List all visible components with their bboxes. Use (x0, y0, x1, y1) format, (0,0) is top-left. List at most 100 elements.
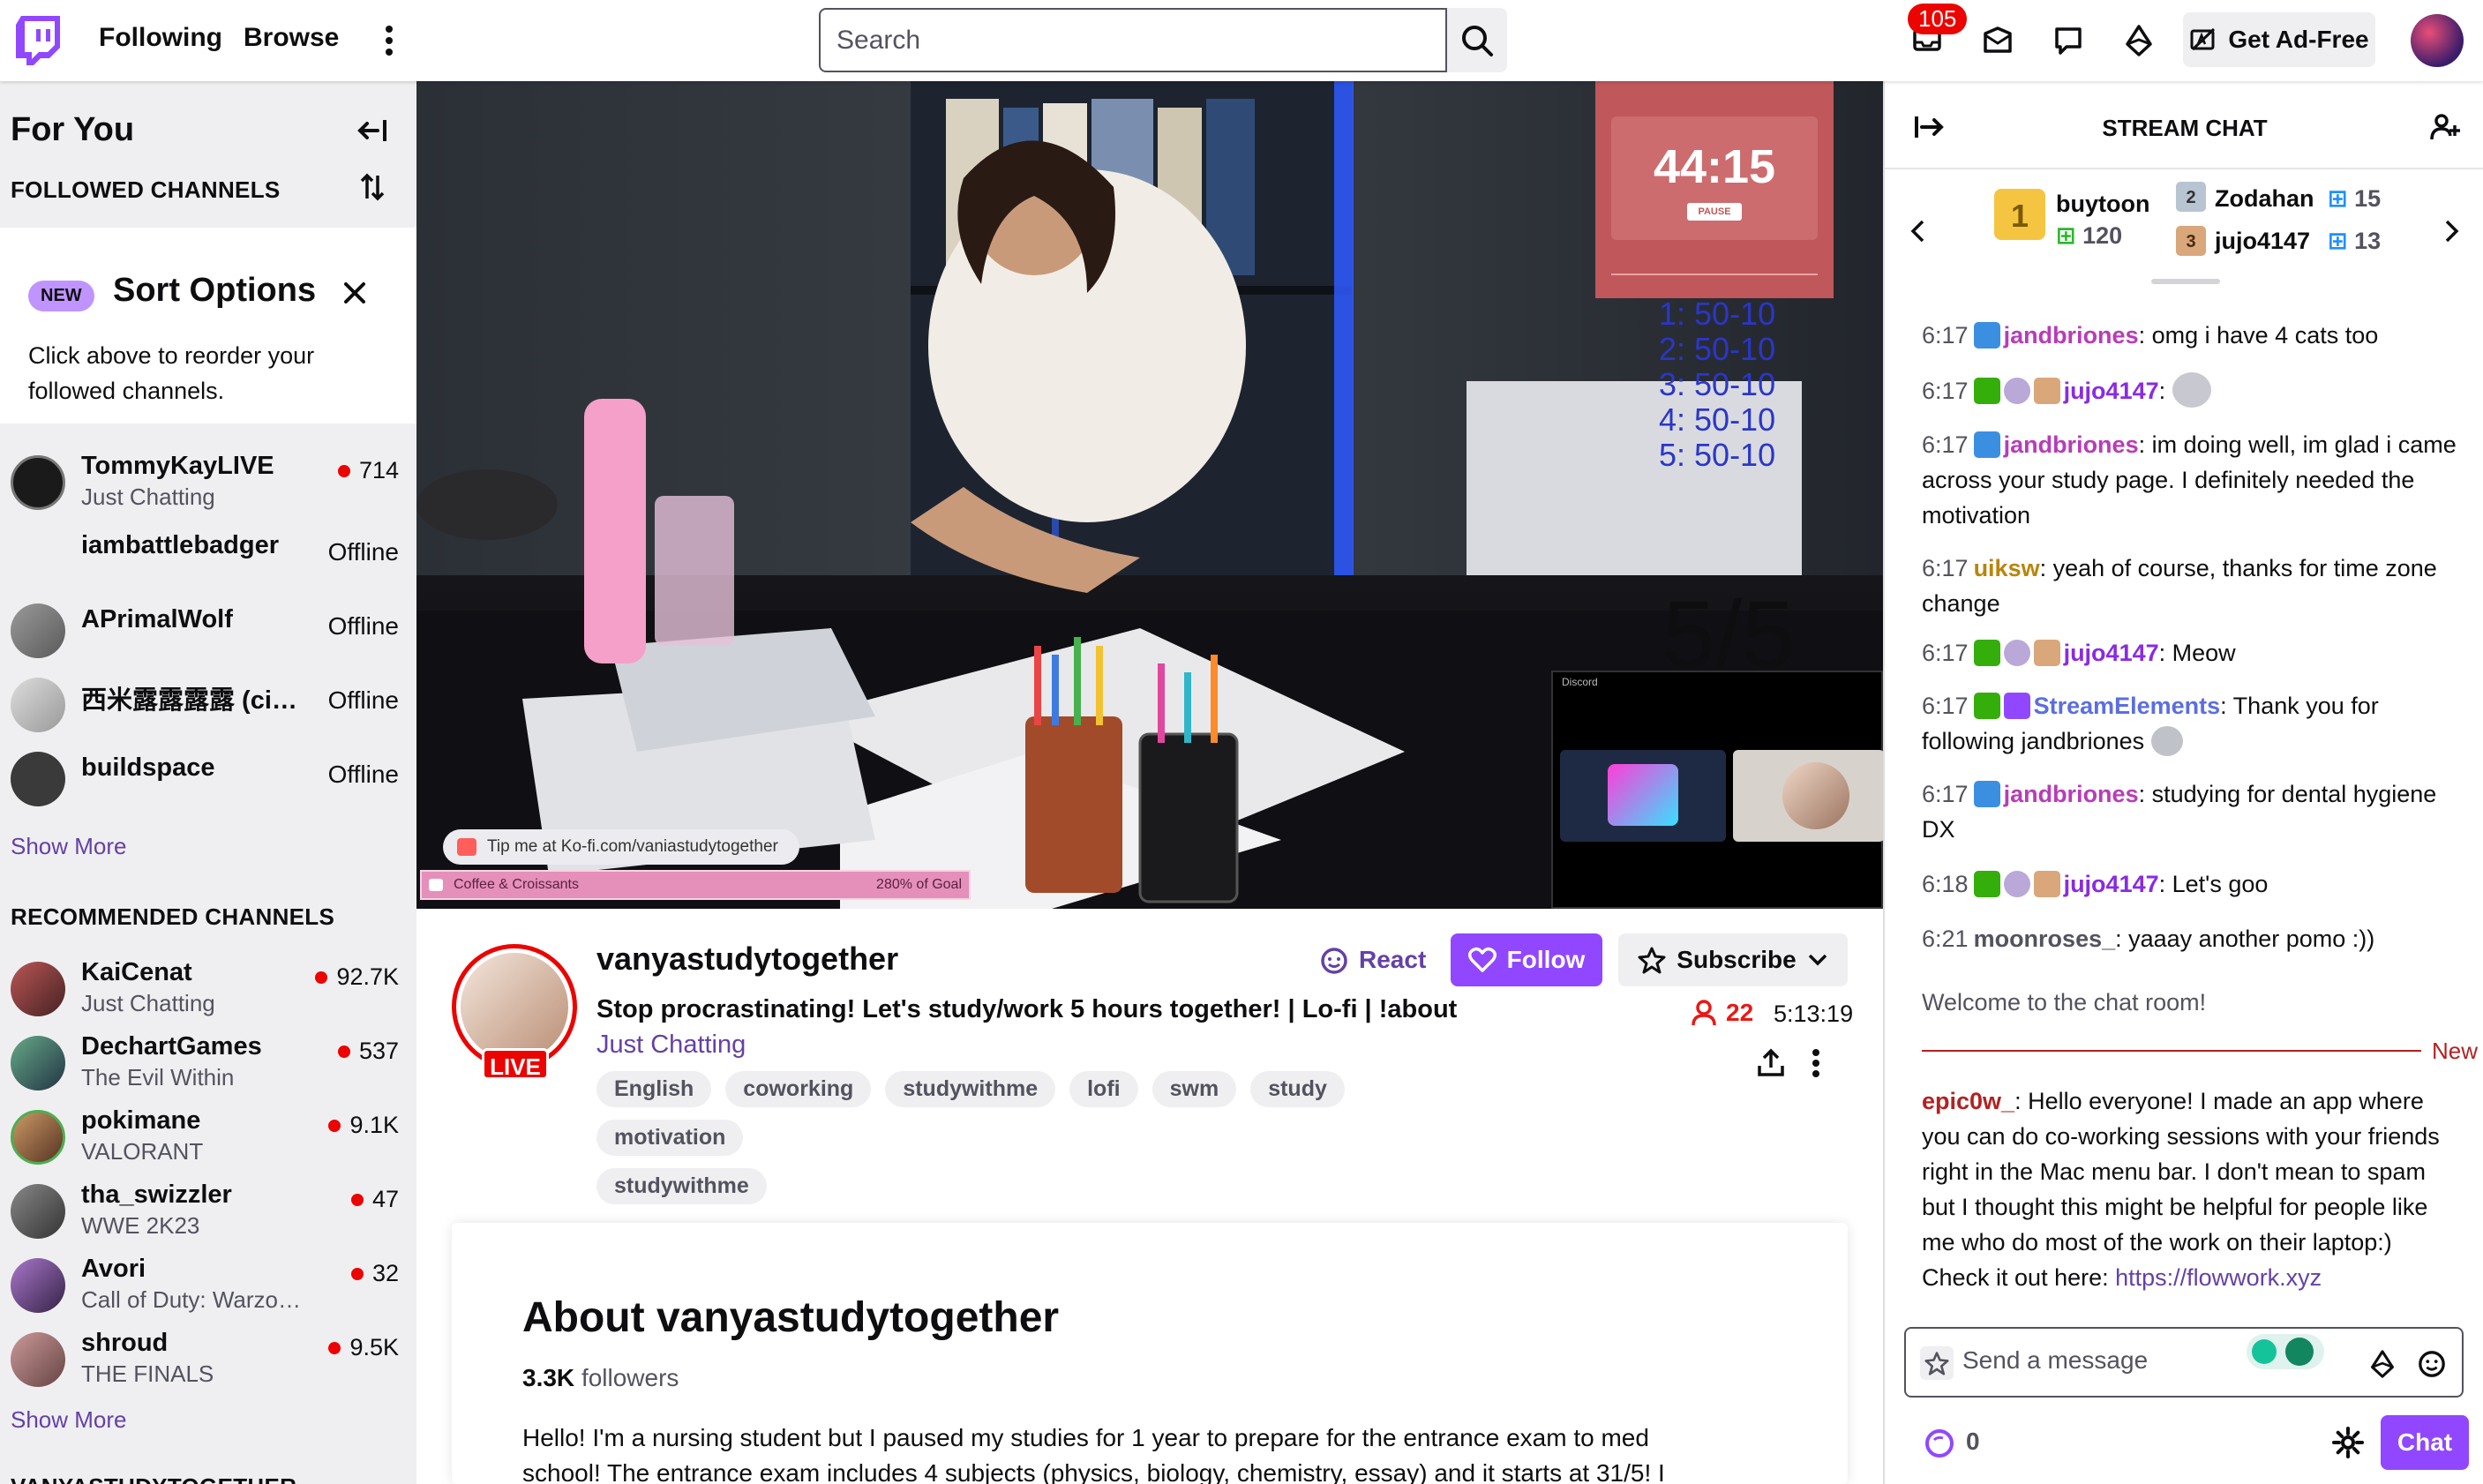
recommended-channel-item[interactable]: DechartGames The Evil Within 537 (0, 1027, 416, 1101)
heart-icon (1467, 947, 1497, 972)
message-username[interactable]: StreamElements (2034, 693, 2221, 719)
tag-pill[interactable]: coworking (725, 1071, 872, 1107)
message-text: : omg i have 4 cats too (2138, 322, 2379, 349)
chat-message-input[interactable] (1962, 1346, 2245, 1375)
user-avatar[interactable] (2411, 14, 2464, 67)
tag-pill[interactable]: English (596, 1071, 712, 1107)
message-link[interactable]: https://flowwork.xyz (2115, 1264, 2322, 1291)
message-time: 6:21 (1922, 926, 1969, 952)
tag-pill[interactable]: swm (1151, 1071, 1237, 1107)
get-ad-free-button[interactable]: Get Ad-Free (2183, 12, 2375, 67)
bits-button[interactable] (2118, 19, 2160, 62)
about-bio-line1: Hello! I'm a nursing student but I pause… (522, 1424, 1649, 1451)
gifter-name[interactable]: Zodahan (2215, 185, 2314, 213)
tag-pill[interactable]: studywithme (885, 1071, 1056, 1107)
more-options-icon[interactable] (376, 23, 402, 58)
bits-icon[interactable] (2365, 1346, 2400, 1382)
grammar-extension-icon[interactable] (2247, 1334, 2324, 1369)
recommended-channel-item[interactable]: shroud THE FINALS 9.5K (0, 1323, 416, 1398)
moderator-badge-icon (1973, 378, 2000, 404)
followed-channel-item[interactable]: iambattlebadger Offline (0, 521, 416, 595)
gift-rank-3-icon: 3 (2176, 226, 2206, 256)
inbox-button[interactable] (1977, 19, 2019, 62)
gifter-count: ⊞ 15 (2328, 185, 2381, 213)
video-player[interactable]: 44:15 PAUSE 1: 50-10 2: 50-10 3: 50-10 4… (416, 81, 1883, 909)
channel-name: TommyKayLIVE (81, 452, 274, 480)
channel-status: Offline (327, 612, 399, 640)
community-icon[interactable] (2427, 108, 2465, 146)
pomodoro-overlay: 44:15 PAUSE (1595, 81, 1834, 298)
recommended-channel-item[interactable]: pokimane VALORANT 9.1K (0, 1101, 416, 1175)
followed-channel-item[interactable]: 西米露露露露 (cimi… Offline (0, 669, 416, 743)
collapse-sidebar-icon[interactable] (353, 113, 392, 148)
nav-following-link[interactable]: Following (99, 23, 222, 53)
message-username[interactable]: uiksw (1974, 555, 2040, 581)
live-dot-icon (337, 1045, 350, 1058)
close-icon[interactable] (337, 275, 372, 311)
gifter-name[interactable]: buytoon (2056, 191, 2149, 218)
tag-pill[interactable]: study (1250, 1071, 1345, 1107)
stream-category-link[interactable]: Just Chatting (596, 1031, 746, 1060)
search-input[interactable] (821, 10, 1445, 71)
viewer-count: 92.7K (315, 963, 399, 991)
show-more-recommended-link[interactable]: Show More (11, 1406, 127, 1434)
recommended-channel-item[interactable]: tha_swizzler WWE 2K23 47 (0, 1175, 416, 1249)
recommended-channel-item[interactable]: Avori Call of Duty: Warzo… 32 (0, 1249, 416, 1323)
follow-button[interactable]: Follow (1451, 933, 1602, 986)
bits-icon (2126, 25, 2152, 56)
share-icon[interactable] (1749, 1041, 1793, 1085)
sort-options-text-line1: Click above to reorder your (28, 342, 315, 369)
search-button[interactable] (1447, 8, 1507, 72)
message-username[interactable]: jujo4147 (2064, 378, 2159, 404)
recommended-channel-item[interactable]: KaiCenat Just Chatting 92.7K (0, 953, 416, 1027)
star-icon[interactable] (1920, 1346, 1954, 1380)
channel-points-icon[interactable] (1920, 1424, 1959, 1463)
chat-title: STREAM CHAT (2102, 115, 2268, 141)
new-badge: NEW (28, 281, 94, 311)
sort-arrows-icon[interactable] (355, 169, 390, 205)
chevron-left-icon[interactable] (1902, 214, 1932, 249)
message-username[interactable]: jandbriones (2004, 781, 2139, 807)
chat-message: 6:17 jandbriones: im doing well, im glad … (1922, 427, 2460, 533)
message-username[interactable]: jujo4147 (2064, 871, 2159, 897)
followed-channel-item[interactable]: TommyKayLIVE Just Chatting 714 (0, 446, 416, 521)
pomodoro-schedule-item: 5: 50-10 (1659, 437, 1776, 473)
message-username[interactable]: jujo4147 (2064, 640, 2159, 666)
whispers-button[interactable] (2047, 19, 2089, 62)
discord-tile-avatar (1782, 762, 1849, 829)
gift-icon: ⊞ (2328, 228, 2355, 254)
subscribe-button[interactable]: Subscribe (1618, 933, 1848, 986)
message-username[interactable]: jandbriones (2004, 322, 2139, 349)
viewer-count: 9.5K (328, 1334, 399, 1361)
twitch-logo-icon[interactable] (14, 14, 62, 67)
tag-pill[interactable]: studywithme (596, 1168, 767, 1204)
channel-name[interactable]: vanyastudytogether (596, 941, 898, 978)
discord-tile-art (1608, 764, 1678, 826)
channel-avatar (11, 752, 65, 806)
moderator-badge-icon (1973, 640, 2000, 666)
gift-rank-2-icon: 2 (2176, 182, 2206, 212)
followed-channel-item[interactable]: buildspace Offline (0, 743, 416, 817)
new-messages-divider (1922, 1050, 2421, 1052)
show-more-followed-link[interactable]: Show More (11, 833, 127, 860)
message-username[interactable]: jandbriones (2004, 431, 2139, 458)
emote-picker-icon[interactable] (2414, 1346, 2449, 1382)
nav-browse-link[interactable]: Browse (244, 23, 339, 53)
react-button[interactable]: React (1308, 933, 1438, 986)
gifter-name[interactable]: jujo4147 (2215, 228, 2310, 255)
gear-icon[interactable] (2326, 1420, 2370, 1465)
whispers-icon (2055, 27, 2082, 55)
more-options-icon[interactable] (1798, 1041, 1834, 1085)
subscriber-badge-icon (2003, 378, 2030, 404)
tag-pill[interactable]: motivation (596, 1120, 744, 1156)
chat-send-button[interactable]: Chat (2381, 1415, 2469, 1470)
tag-pill[interactable]: lofi (1069, 1071, 1138, 1107)
followed-channel-item[interactable]: APrimalWolf Offline (0, 595, 416, 669)
message-username[interactable]: moonroses_ (1974, 926, 2116, 952)
message-username[interactable]: epic0w_ (1922, 1088, 2014, 1114)
message-text: : yaaay another pomo :)) (2115, 926, 2375, 952)
get-ad-free-label: Get Ad-Free (2228, 26, 2369, 53)
gift-badge-icon (2033, 871, 2060, 897)
chevron-right-icon[interactable] (2437, 214, 2467, 249)
pomodoro-schedule-item: 2: 50-10 (1659, 331, 1776, 367)
